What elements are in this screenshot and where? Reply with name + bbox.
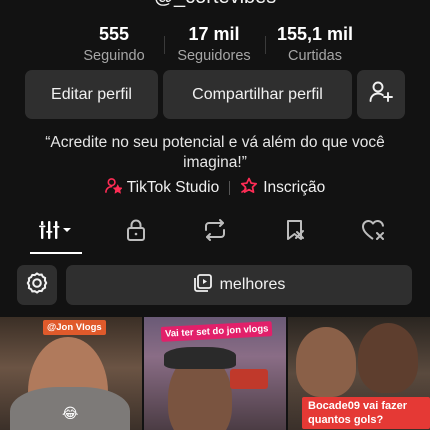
- grid-bars-icon: [38, 219, 74, 246]
- subscription-link[interactable]: Inscrição: [240, 177, 325, 199]
- video-caption: @Jon Vlogs: [43, 320, 106, 335]
- following-label: Seguindo: [83, 48, 145, 64]
- edit-profile-button[interactable]: Editar perfil: [25, 70, 158, 119]
- emoji-sticker: 😂: [62, 405, 79, 421]
- profile-stats: 555 Seguindo 17 mil Seguidores 155,1 mil…: [0, 24, 430, 68]
- links-divider: [229, 181, 231, 195]
- likes-label: Curtidas: [288, 48, 342, 64]
- profile-bio: “Acredite no seu potencial e vá além do …: [45, 134, 385, 171]
- stat-likes[interactable]: 155,1 mil Curtidas: [265, 24, 365, 64]
- tab-private[interactable]: [116, 219, 156, 245]
- lock-icon: [125, 218, 147, 247]
- thumbnail-person-image: [358, 323, 418, 393]
- video-grid: @Jon Vlogs 😂 Vai ter set do jon vlogs Bo…: [0, 317, 430, 430]
- playlist-melhores-button[interactable]: melhores: [66, 265, 412, 305]
- tiktok-studio-link[interactable]: TikTok Studio: [104, 177, 220, 199]
- subscription-star-icon: [240, 177, 258, 199]
- bookmark-icon: [283, 218, 307, 247]
- playlist-settings-button[interactable]: [17, 265, 57, 305]
- studio-icon: [104, 177, 123, 199]
- video-thumbnail[interactable]: Vai ter set do jon vlogs: [144, 317, 286, 430]
- heart-icon: [361, 218, 387, 247]
- followers-label: Seguidores: [177, 48, 251, 64]
- tab-videos[interactable]: [36, 219, 76, 245]
- profile-links: TikTok Studio Inscrição: [0, 177, 430, 199]
- following-count: 555: [98, 24, 130, 44]
- thumbnail-sign-image: [230, 369, 268, 389]
- playlist-label: melhores: [219, 276, 286, 293]
- video-caption: Vai ter set do jon vlogs: [160, 321, 273, 342]
- thumbnail-cap-image: [164, 347, 236, 369]
- tab-favorites[interactable]: [275, 219, 315, 245]
- tiktok-studio-label: TikTok Studio: [126, 179, 220, 196]
- active-tab-indicator: [30, 252, 82, 254]
- stat-following[interactable]: 555 Seguindo: [64, 24, 164, 64]
- add-user-icon: [368, 79, 394, 110]
- thumbnail-person-image: [296, 327, 356, 397]
- profile-tabs: [0, 215, 430, 255]
- likes-count: 155,1 mil: [276, 24, 354, 44]
- share-profile-button[interactable]: Compartilhar perfil: [163, 70, 352, 119]
- followers-count: 17 mil: [188, 24, 240, 44]
- video-thumbnail[interactable]: @Jon Vlogs 😂: [0, 317, 142, 430]
- video-caption: Bocade09 vai fazer quantos gols?: [302, 397, 430, 429]
- subscription-label: Inscrição: [263, 179, 326, 196]
- repost-icon: [202, 218, 228, 247]
- gear-icon: [25, 271, 49, 300]
- video-thumbnail[interactable]: Bocade09 vai fazer quantos gols?: [288, 317, 430, 430]
- tab-liked[interactable]: [354, 219, 394, 245]
- profile-username: @_cortevibes: [0, 0, 430, 9]
- stat-followers[interactable]: 17 mil Seguidores: [164, 24, 264, 64]
- playlist-icon: [193, 273, 213, 298]
- tab-reposts[interactable]: [195, 218, 235, 247]
- add-friend-button[interactable]: [357, 70, 405, 119]
